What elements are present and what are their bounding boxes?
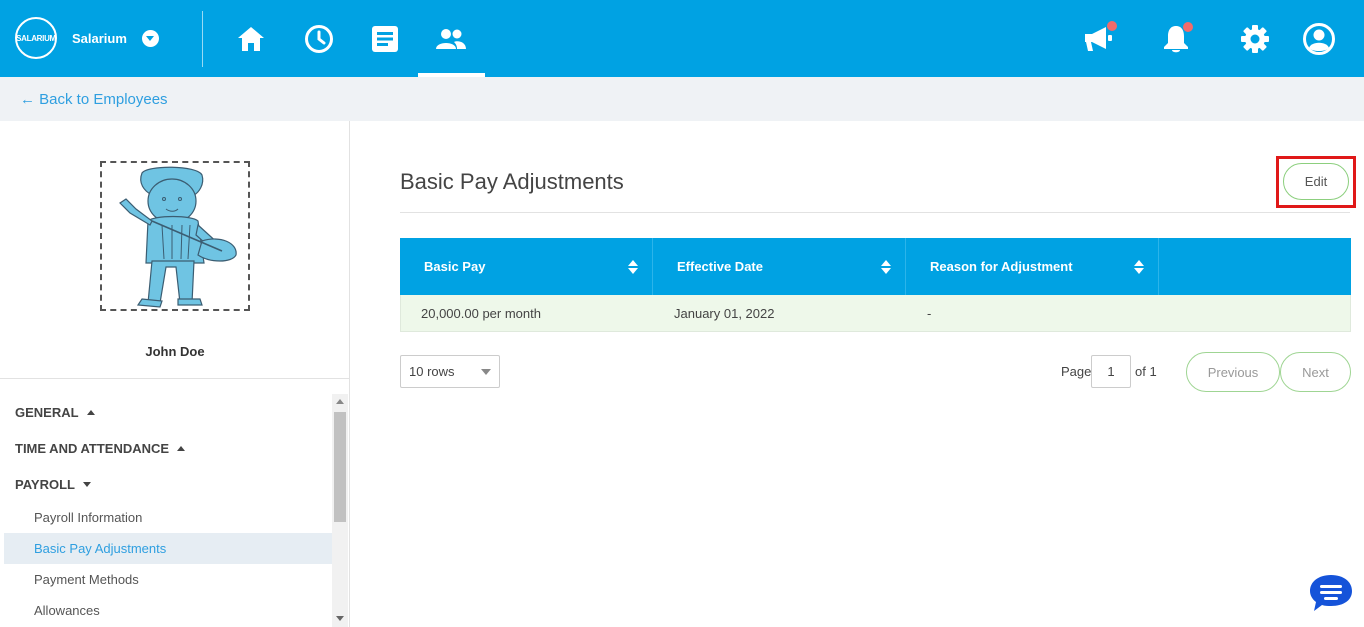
previous-button[interactable]: Previous [1186,352,1280,392]
sub-header: ← Back to Employees [0,77,1364,121]
sidebar-item-allowances[interactable]: Allowances [4,595,332,626]
sidebar-section-general[interactable]: GENERAL [0,394,332,430]
table-header: Basic Pay Effective Date Reason for Adju… [400,238,1351,295]
gear-icon[interactable] [1235,19,1275,59]
cell-empty [1160,295,1350,331]
edit-button[interactable]: Edit [1283,163,1349,200]
sort-icon[interactable] [881,260,891,274]
table-row[interactable]: 20,000.00 per month January 01, 2022 - [400,295,1351,332]
next-button[interactable]: Next [1280,352,1351,392]
column-header-label: Effective Date [677,259,763,274]
brand-name: Salarium [72,30,127,46]
home-icon[interactable] [231,19,271,59]
chevron-down-icon [481,369,491,375]
clock-icon[interactable] [299,19,339,59]
user-icon[interactable] [1299,19,1339,59]
sort-icon[interactable] [1134,260,1144,274]
sidebar-scrollbar[interactable] [332,394,348,627]
cell-basic-pay: 20,000.00 per month [421,305,541,321]
people-icon[interactable] [431,19,471,59]
cell-effective-date: January 01, 2022 [674,305,775,321]
brand-switcher[interactable]: SALARIUM Salarium [15,17,159,59]
scroll-down-icon[interactable] [336,616,344,621]
sidebar-item-basic-pay-adjustments[interactable]: Basic Pay Adjustments [4,533,332,564]
sort-icon[interactable] [628,260,638,274]
sidebar-section-label: TIME AND ATTENDANCE [15,440,170,456]
sidebar-menu: GENERAL TIME AND ATTENDANCE PAYROLL Payr… [0,394,332,626]
cell-reason: - [927,305,932,321]
top-navbar: SALARIUM Salarium [0,0,1364,77]
chat-support-icon[interactable] [1308,573,1354,613]
sidebar-section-payroll[interactable]: PAYROLL [0,466,332,502]
column-header-empty [1159,238,1351,295]
back-to-employees-link[interactable]: ← Back to Employees [20,91,168,108]
basic-pay-table: Basic Pay Effective Date Reason for Adju… [400,238,1351,332]
title-divider [400,212,1350,213]
announcement-badge [1107,21,1117,31]
sidebar-item-payroll-information[interactable]: Payroll Information [4,502,332,533]
employee-sidebar: John Doe GENERAL TIME AND ATTENDANCE PAY… [0,121,350,627]
column-header-basic-pay[interactable]: Basic Pay [400,238,653,295]
notification-badge [1183,22,1193,32]
sidebar-divider [0,378,350,379]
caret-up-icon [86,409,95,415]
caret-up-icon [177,445,186,451]
employee-avatar[interactable] [100,161,250,311]
page-label: Page [1061,364,1092,379]
chevron-down-icon[interactable] [141,29,159,47]
rows-per-page-select[interactable]: 10 rows [400,355,500,388]
scroll-up-icon[interactable] [336,399,344,404]
sidebar-section-time-attendance[interactable]: TIME AND ATTENDANCE [0,430,332,466]
sidebar-section-label: GENERAL [15,404,79,420]
sidebar-item-payment-methods[interactable]: Payment Methods [4,564,332,595]
caret-down-icon [82,481,91,487]
column-header-effective-date[interactable]: Effective Date [653,238,906,295]
column-header-reason[interactable]: Reason for Adjustment [906,238,1159,295]
rows-per-page-value: 10 rows [409,364,455,379]
page-number-input[interactable] [1091,355,1131,388]
scrollbar-thumb[interactable] [334,412,346,522]
sidebar-section-label: PAYROLL [15,476,75,492]
page-title: Basic Pay Adjustments [400,169,624,194]
salarium-logo: SALARIUM [15,17,57,59]
employee-name: John Doe [145,344,205,359]
document-icon[interactable] [365,19,405,59]
navbar-divider [202,11,203,67]
column-header-label: Basic Pay [424,259,486,274]
column-header-label: Reason for Adjustment [930,259,1073,274]
page-total-label: of 1 [1135,364,1157,379]
